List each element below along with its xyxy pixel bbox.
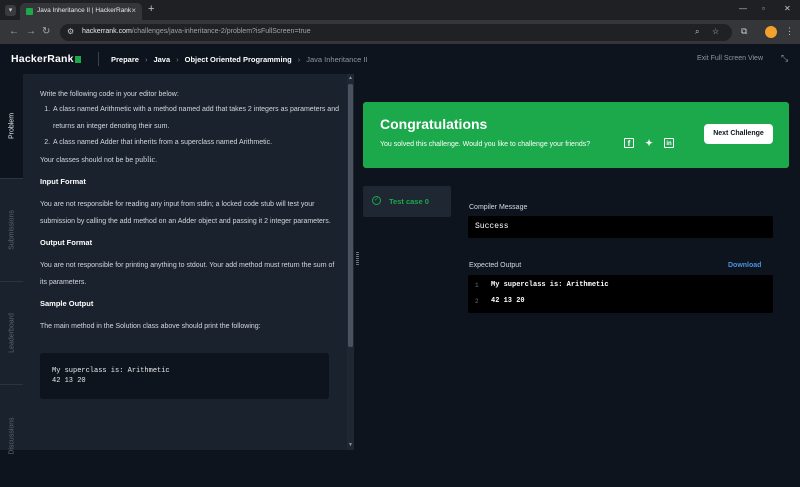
note-prefix: Your classes should not be be <box>40 156 136 164</box>
facebook-icon[interactable]: f <box>624 138 634 148</box>
reload-icon[interactable]: ↻ <box>42 26 50 37</box>
close-tab-icon[interactable]: × <box>131 6 136 15</box>
address-bar[interactable]: ⚙ hackerrank.com/challenges/java-inherit… <box>60 24 732 41</box>
problem-intro: Write the following code in your editor … <box>40 91 179 98</box>
forward-arrow-icon[interactable]: → <box>26 26 36 37</box>
logo-mark-icon <box>74 56 81 63</box>
line-text: My superclass is: Arithmetic <box>491 281 609 289</box>
requirements-list: A class named Arithmetic with a method n… <box>40 102 340 152</box>
input-format-heading: Input Format <box>40 177 86 186</box>
line-text: 42 13 20 <box>491 297 525 305</box>
congratulations-title: Congratulations <box>380 116 488 132</box>
zoom-icon[interactable]: ⌕ <box>695 27 699 37</box>
site-info-icon[interactable]: ⚙ <box>67 27 74 36</box>
browser-toolbar: ← → ↻ ⚙ hackerrank.com/challenges/java-i… <box>0 20 800 44</box>
browser-tab-title: Java Inheritance II | HackerRank <box>37 7 132 14</box>
url-text: hackerrank.com/challenges/java-inheritan… <box>82 28 311 35</box>
scroll-up-arrow-icon[interactable]: ▲ <box>348 75 353 81</box>
linkedin-icon[interactable]: in <box>664 138 674 148</box>
congratulations-subtitle: You solved this challenge. Would you lik… <box>380 141 591 148</box>
problem-content: Write the following code in your editor … <box>40 88 340 336</box>
breadcrumb-current: Java Inheritance II <box>306 55 368 64</box>
expected-output-label: Expected Output <box>469 262 522 269</box>
problem-panel: Write the following code in your editor … <box>23 74 347 450</box>
tab-discussions[interactable]: Discussions <box>0 385 23 487</box>
output-line: 2 42 13 20 <box>468 294 773 310</box>
expected-output-box: 1 My superclass is: Arithmetic 2 42 13 2… <box>468 275 773 313</box>
sample-output-text: The main method in the Solution class ab… <box>40 323 261 330</box>
url-path: /challenges/java-inheritance-2/problem?i… <box>131 28 311 35</box>
output-line: 1 My superclass is: Arithmetic <box>468 278 773 294</box>
hackerrank-favicon-icon <box>26 8 33 15</box>
scroll-down-arrow-icon[interactable]: ▼ <box>348 442 353 448</box>
profile-avatar[interactable] <box>765 26 777 38</box>
check-circle-icon: ✓ <box>372 196 381 205</box>
browser-menu-icon[interactable]: ⋮ <box>785 26 794 37</box>
sample-output-code: My superclass is: Arithmetic 42 13 20 <box>40 353 329 399</box>
minimize-window-icon[interactable]: — <box>739 4 747 13</box>
header-divider <box>98 52 99 66</box>
breadcrumb-chevron-icon: › <box>144 55 148 64</box>
breadcrumb-chevron-icon: › <box>176 55 179 64</box>
tab-leaderboard[interactable]: Leaderboard <box>0 282 23 384</box>
input-format-text: You are not responsible for reading any … <box>40 201 331 225</box>
output-format-text: You are not responsible for printing any… <box>40 262 335 286</box>
tab-problem-label: Problem <box>8 112 15 140</box>
classes-note: Your classes should not be be public. <box>40 152 340 170</box>
browser-tab[interactable]: Java Inheritance II | HackerRank × <box>20 3 142 20</box>
vertical-tab-bar: Problem Submissions Leaderboard Discussi… <box>0 74 23 455</box>
requirement-item: A class named Arithmetic with a method n… <box>52 102 340 135</box>
tab-leaderboard-label: Leaderboard <box>8 313 15 353</box>
breadcrumb-oop[interactable]: Object Oriented Programming <box>185 55 292 64</box>
breadcrumb-java[interactable]: Java <box>153 55 170 64</box>
tab-submissions-label: Submissions <box>8 210 15 250</box>
restore-window-icon[interactable]: ▫ <box>762 4 765 13</box>
breadcrumb-prepare[interactable]: Prepare <box>111 55 139 64</box>
tab-discussions-label: Discussions <box>8 417 15 455</box>
close-window-icon[interactable]: ✕ <box>784 4 791 13</box>
tab-submissions[interactable]: Submissions <box>0 179 23 281</box>
note-code: public <box>135 154 156 164</box>
problem-scrollbar-thumb[interactable] <box>348 84 353 347</box>
exit-fullscreen-link[interactable]: Exit Full Screen View <box>697 55 763 62</box>
download-link[interactable]: Download <box>728 262 761 269</box>
tab-search-chevron-icon[interactable]: ▾ <box>5 5 16 16</box>
back-arrow-icon[interactable]: ← <box>9 26 19 37</box>
tab-problem[interactable]: Problem <box>0 74 23 178</box>
line-number: 1 <box>475 282 479 289</box>
bookmark-star-icon[interactable]: ☆ <box>712 27 719 36</box>
extensions-icon[interactable]: ⧉ <box>741 26 747 37</box>
hackerrank-logo[interactable]: HackerRank <box>11 53 81 65</box>
splitter-grip-icon[interactable] <box>356 252 359 266</box>
compiler-message-label: Compiler Message <box>469 204 528 211</box>
app-header: HackerRank Prepare › Java › Object Oriented … <box>0 44 800 74</box>
logo-text: HackerRank <box>11 53 74 65</box>
next-challenge-button[interactable]: Next Challenge <box>704 124 773 144</box>
congratulations-banner: Congratulations You solved this challeng… <box>363 102 789 168</box>
test-case-tab[interactable]: ✓ Test case 0 <box>363 186 451 217</box>
note-suffix: . <box>155 156 158 164</box>
line-number: 2 <box>475 298 479 305</box>
breadcrumb-chevron-icon: › <box>297 55 301 64</box>
sample-output-heading: Sample Output <box>40 299 94 308</box>
output-format-heading: Output Format <box>40 238 93 247</box>
new-tab-plus-icon[interactable]: + <box>148 3 154 15</box>
compiler-message-box: Success <box>468 216 773 238</box>
browser-tab-bar: ▾ Java Inheritance II | HackerRank × + —… <box>0 0 800 20</box>
twitter-icon[interactable]: ✦ <box>644 138 654 148</box>
collapse-fullscreen-icon[interactable]: ⤡ <box>781 53 788 64</box>
requirement-item: A class named Adder that inherits from a… <box>52 135 340 152</box>
url-host: hackerrank.com <box>82 28 132 35</box>
test-case-label: Test case 0 <box>389 197 429 206</box>
breadcrumb: Prepare › Java › Object Oriented Programming… <box>111 55 368 64</box>
